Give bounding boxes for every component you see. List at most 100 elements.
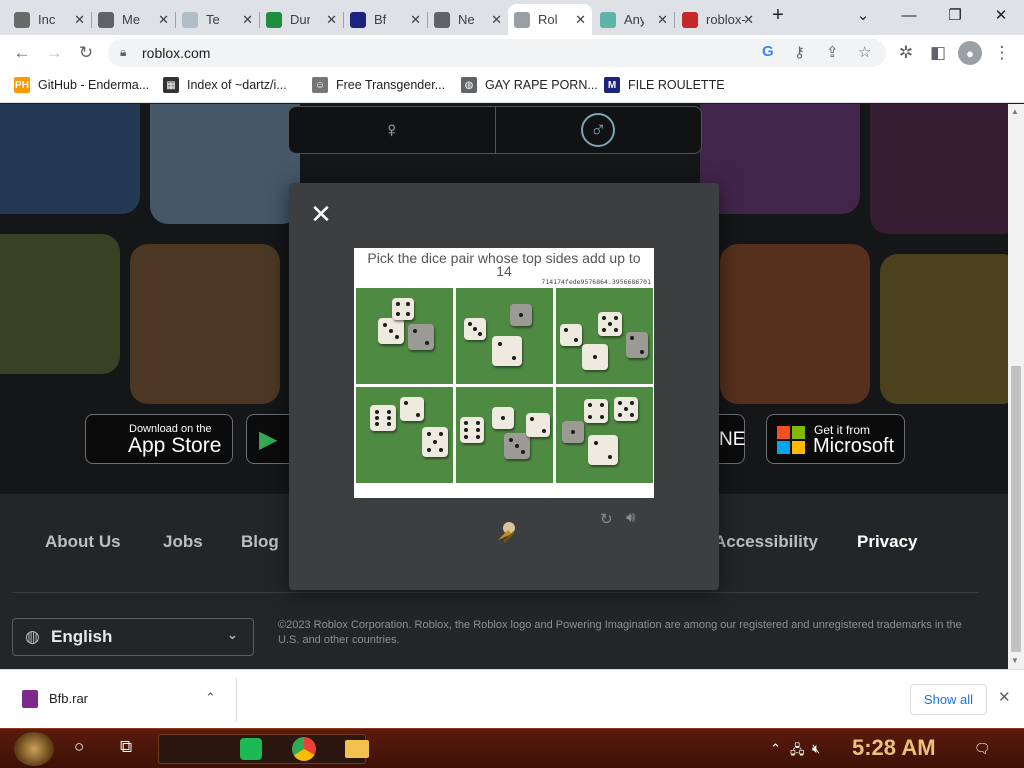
captcha-tile-4[interactable] <box>356 387 453 483</box>
tab-7[interactable]: Any ✕ <box>594 4 675 35</box>
restore-icon[interactable]: ❐ <box>932 0 978 30</box>
side-panel-icon[interactable]: ◧ <box>926 41 950 65</box>
google-play-badge[interactable]: ▶ <box>246 414 290 464</box>
captcha-tile-5[interactable] <box>456 387 553 483</box>
captcha-challenge: Pick the dice pair whose top sides add u… <box>354 248 654 498</box>
footer-link-jobs[interactable]: Jobs <box>163 532 203 552</box>
close-icon[interactable]: ✕ <box>309 201 333 227</box>
tab-close-icon[interactable]: ✕ <box>743 12 754 28</box>
dice-icon <box>584 399 608 423</box>
notifications-icon[interactable]: 🗨︎ <box>974 741 991 757</box>
cortana-icon[interactable]: ○ <box>74 737 84 757</box>
bookmark-1[interactable]: ▦ Index of ~dartz/i... <box>163 77 287 93</box>
footer-link-blog[interactable]: Blog <box>241 532 279 552</box>
clock[interactable]: 5:28 AM <box>852 735 936 761</box>
tab-close-icon[interactable]: ✕ <box>657 12 668 28</box>
dice-icon <box>588 435 618 465</box>
chrome-icon[interactable] <box>292 737 316 761</box>
browser-toolbar: ← → ↻ 🔒︎ roblox.com G ⚷ ⇪ ☆ ✲ ◧ ● ⋮ <box>0 35 1024 71</box>
tab-close-icon[interactable]: ✕ <box>242 12 253 28</box>
extensions-icon[interactable]: ✲ <box>894 41 918 65</box>
url-text: roblox.com <box>142 45 211 61</box>
menu-kebab-icon[interactable]: ⋮ <box>990 41 1014 65</box>
tab-6-active[interactable]: Rol ✕ <box>508 4 592 35</box>
captcha-refresh-icon[interactable]: ↻ <box>600 510 613 528</box>
new-tab-icon[interactable]: + <box>763 0 793 30</box>
tab-close-icon[interactable]: ✕ <box>410 12 421 28</box>
tray-chevron-icon[interactable]: ⌃ <box>770 741 781 757</box>
footer-link-about[interactable]: About Us <box>45 532 121 552</box>
show-all-button[interactable]: Show all <box>910 684 987 715</box>
archive-file-icon <box>22 690 38 708</box>
captcha-tile-2[interactable] <box>456 288 553 384</box>
tab-5[interactable]: Ne ✕ <box>428 4 508 35</box>
page-scrollbar[interactable]: ▲ ▼ <box>1008 104 1024 669</box>
network-icon[interactable]: 🖧︎ <box>790 741 805 763</box>
key-icon[interactable]: ⚷ <box>794 43 805 61</box>
tab-8[interactable]: roblox- ✕ <box>676 4 760 35</box>
captcha-audio-icon[interactable]: 🔊︎ <box>626 509 635 526</box>
tab-0[interactable]: Inc ✕ <box>8 4 92 35</box>
taskbar-search[interactable] <box>158 734 366 764</box>
tab-2[interactable]: Te ✕ <box>176 4 260 35</box>
reload-icon[interactable]: ↻ <box>74 41 98 65</box>
tab-close-icon[interactable]: ✕ <box>491 12 502 28</box>
close-downloads-icon[interactable]: ✕ <box>998 688 1011 706</box>
tab-favicon-icon <box>182 11 198 28</box>
language-selector[interactable]: ◍ English ⌄ <box>12 618 254 656</box>
bookmark-0[interactable]: PH GitHub - Enderma... <box>14 77 149 93</box>
amazon-badge[interactable]: NE <box>719 414 745 464</box>
tab-close-icon[interactable]: ✕ <box>575 12 586 28</box>
forward-icon[interactable]: → <box>42 41 66 65</box>
bookmark-3[interactable]: ◍ GAY RAPE PORN... <box>461 77 598 93</box>
tab-title: roblox- <box>706 12 746 27</box>
chevron-up-icon[interactable]: ⌃ <box>205 690 216 706</box>
downloads-divider <box>236 678 237 722</box>
notes-app-icon[interactable] <box>240 738 262 760</box>
tab-close-icon[interactable]: ✕ <box>74 12 85 28</box>
footer-divider <box>12 592 978 593</box>
google-lens-icon[interactable]: G <box>762 43 774 60</box>
gender-selector: ♀ ♂ <box>288 106 702 154</box>
dice-icon <box>504 433 530 459</box>
tab-strip: Inc ✕ Me ✕ Te ✕ Dur ✕ Bf ✕ Ne ✕ Rol ✕ An… <box>0 0 1024 35</box>
scroll-thumb[interactable] <box>1011 366 1021 652</box>
microsoft-store-badge[interactable]: Get it from Microsoft <box>766 414 905 464</box>
download-file-name[interactable]: Bfb.rar <box>49 691 88 706</box>
bookmark-4[interactable]: M FILE ROULETTE <box>604 77 725 93</box>
scroll-down-icon[interactable]: ▼ <box>1011 656 1019 665</box>
dice-icon <box>598 312 622 336</box>
footer-link-privacy[interactable]: Privacy <box>857 532 918 552</box>
tab-4[interactable]: Bf ✕ <box>344 4 428 35</box>
captcha-tile-1[interactable] <box>356 288 453 384</box>
back-icon[interactable]: ← <box>10 41 34 65</box>
tab-search-icon[interactable]: ⌄ <box>840 0 886 30</box>
gender-male-icon[interactable]: ♂ <box>494 107 702 153</box>
address-bar[interactable]: 🔒︎ roblox.com G ⚷ ⇪ ☆ <box>108 39 886 67</box>
bookmark-label: Index of ~dartz/i... <box>187 78 287 92</box>
footer-link-accessibility[interactable]: Accessibility <box>714 532 818 552</box>
profile-avatar-icon[interactable]: ● <box>958 41 982 65</box>
gender-female-icon[interactable]: ♀ <box>289 107 495 153</box>
captcha-tile-6[interactable] <box>556 387 653 483</box>
close-window-icon[interactable]: ✕ <box>978 0 1024 30</box>
task-view-icon[interactable]: ⧉ <box>120 737 132 757</box>
share-icon[interactable]: ⇪ <box>826 43 839 61</box>
bookmark-star-icon[interactable]: ☆ <box>858 43 871 61</box>
dice-icon <box>510 304 532 326</box>
tab-3[interactable]: Dur ✕ <box>260 4 344 35</box>
tab-1[interactable]: Me ✕ <box>92 4 176 35</box>
bookmark-2[interactable]: ☺ Free Transgender... <box>312 77 445 93</box>
tab-close-icon[interactable]: ✕ <box>158 12 169 28</box>
captcha-tile-3[interactable] <box>556 288 653 384</box>
dice-icon <box>392 298 414 320</box>
volume-muted-icon[interactable]: 🔇︎ <box>812 741 820 757</box>
captcha-modal: ✕ Pick the dice pair whose top sides add… <box>289 183 719 590</box>
store-big-text: Microsoft <box>813 435 895 457</box>
app-store-badge[interactable]: Download on the App Store <box>85 414 233 464</box>
file-explorer-icon[interactable] <box>345 740 369 758</box>
start-orb-icon[interactable] <box>14 732 54 766</box>
minimize-icon[interactable]: — <box>886 0 932 30</box>
tab-close-icon[interactable]: ✕ <box>326 12 337 28</box>
scroll-up-icon[interactable]: ▲ <box>1011 107 1019 116</box>
